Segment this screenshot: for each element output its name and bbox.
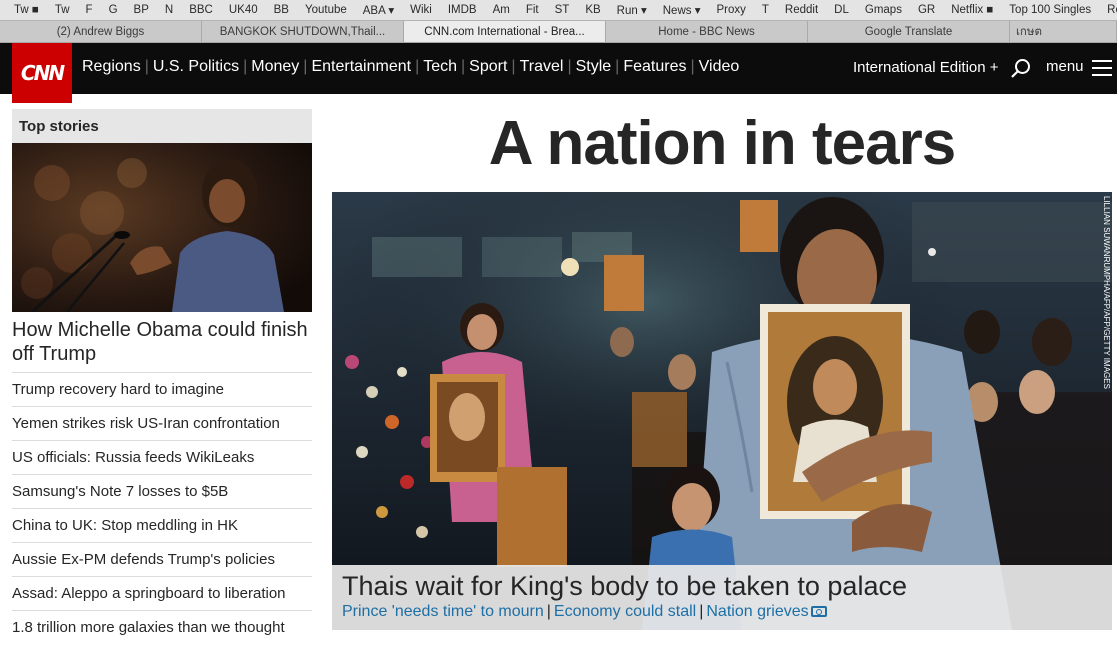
related-link-prince[interactable]: Prince 'needs time' to mourn — [342, 603, 544, 620]
link-separator: | — [546, 603, 551, 620]
nav-separator: | — [415, 58, 420, 75]
story-link[interactable]: China to UK: Stop meddling in HK — [12, 508, 312, 542]
nav-item-sport[interactable]: Sport — [469, 58, 507, 76]
bookmark-item[interactable]: Fit — [518, 4, 547, 16]
lead-story-headline[interactable]: How Michelle Obama could finish off Trum… — [12, 318, 312, 372]
bookmark-item[interactable]: Tw ■ — [0, 4, 47, 16]
browser-tab[interactable]: Home - BBC News — [606, 21, 808, 42]
bookmark-item[interactable]: Youtube — [297, 4, 355, 16]
camera-icon — [810, 606, 827, 617]
bookmark-item[interactable]: News ▾ — [655, 3, 709, 17]
photo-credit: LILLIAN SUWANRUMPHA/AFP/AFP/GETTY IMAGES — [1102, 196, 1111, 389]
bookmark-item[interactable]: Wiki — [402, 4, 440, 16]
main-nav: Regions | U.S. Politics | Money | Entertainmen… — [82, 58, 739, 76]
bookmark-item[interactable]: T — [754, 4, 777, 16]
related-link-nation[interactable]: Nation grieves — [706, 603, 827, 620]
story-link[interactable]: Yemen strikes risk US-Iran confrontation — [12, 406, 312, 440]
related-link-nation-label: Nation grieves — [706, 603, 809, 620]
nav-item-entertainment[interactable]: Entertainment — [311, 58, 411, 76]
related-link-economy[interactable]: Economy could stall — [554, 603, 696, 620]
bookmark-item[interactable]: BBC — [181, 4, 221, 16]
story-link[interactable]: Samsung's Note 7 losses to $5B — [12, 474, 312, 508]
bookmark-item[interactable]: Gmaps — [857, 4, 910, 16]
related-links: Prince 'needs time' to mourn | Economy cou… — [342, 603, 1102, 621]
bookmark-item[interactable]: N — [157, 4, 181, 16]
nav-separator: | — [303, 58, 308, 75]
hero-photo[interactable]: Thais wait for King's body to be taken t… — [332, 192, 1112, 630]
page-title[interactable]: A nation in tears — [332, 108, 1112, 179]
bookmark-item[interactable]: KB — [577, 4, 608, 16]
tab-strip: (2) Andrew Biggs BANGKOK SHUTDOWN,Thail..… — [0, 20, 1117, 43]
bookmark-item[interactable]: Am — [485, 4, 518, 16]
menu-label[interactable]: menu — [1046, 58, 1084, 75]
story-link[interactable]: Aussie Ex-PM defends Trump's policies — [12, 542, 312, 576]
nav-separator: | — [243, 58, 248, 75]
bookmark-item[interactable]: IMDB — [440, 4, 485, 16]
bookmark-item[interactable]: Top 100 Singles — [1001, 4, 1099, 16]
hamburger-icon[interactable] — [1092, 60, 1112, 76]
edition-selector[interactable]: International Edition + — [853, 59, 999, 76]
story-link[interactable]: Trump recovery hard to imagine — [12, 372, 312, 406]
story-link[interactable]: 1.8 trillion more galaxies than we thoug… — [12, 610, 312, 644]
story-link[interactable]: US officials: Russia feeds WikiLeaks — [12, 440, 312, 474]
bookmark-item[interactable]: BP — [126, 4, 157, 16]
nav-separator: | — [461, 58, 466, 75]
bookmark-item[interactable]: Netflix ■ — [943, 4, 1001, 16]
bookmark-item[interactable]: Proxy — [708, 4, 753, 16]
browser-tab[interactable]: เกษต — [1010, 21, 1117, 42]
bookmark-item[interactable]: ST — [547, 4, 578, 16]
nav-item-regions[interactable]: Regions — [82, 58, 141, 76]
bookmark-item[interactable]: ABA ▾ — [355, 3, 402, 17]
lead-story-photo[interactable] — [12, 143, 312, 312]
nav-separator: | — [511, 58, 516, 75]
site-header: CNN Regions | U.S. Politics | Money | Entertai… — [0, 43, 1117, 103]
nav-item-features[interactable]: Features — [623, 58, 686, 76]
story-link[interactable]: Assad: Aleppo a springboard to liberatio… — [12, 576, 312, 610]
bookmarks-bar: Tw ■ Tw F G BP N BBC UK40 BB Youtube ABA ▾ Wiki IMDB… — [0, 0, 1117, 20]
top-stories-column: Top stories How Michelle Obama could fin… — [12, 109, 312, 644]
hero-caption: Thais wait for King's body to be taken t… — [332, 565, 1112, 630]
section-title: Top stories — [12, 109, 312, 143]
bookmark-item[interactable]: Re — [1099, 4, 1117, 16]
nav-separator: | — [615, 58, 620, 75]
nav-item-money[interactable]: Money — [251, 58, 299, 76]
bookmark-item[interactable]: G — [101, 4, 126, 16]
nav-item-u-s-politics[interactable]: U.S. Politics — [153, 58, 239, 76]
bookmark-item[interactable]: DL — [826, 4, 857, 16]
nav-separator: | — [567, 58, 572, 75]
nav-item-tech[interactable]: Tech — [423, 58, 457, 76]
cnn-logo[interactable]: CNN — [12, 43, 72, 103]
bookmark-item[interactable]: UK40 — [221, 4, 266, 16]
bookmark-item[interactable]: Run ▾ — [609, 3, 655, 17]
bookmark-item[interactable]: F — [78, 4, 101, 16]
bookmark-item[interactable]: BB — [266, 4, 297, 16]
search-icon[interactable] — [1010, 58, 1032, 80]
browser-tab[interactable]: BANGKOK SHUTDOWN,Thail... — [202, 21, 404, 42]
hero-headline[interactable]: Thais wait for King's body to be taken t… — [342, 571, 1102, 602]
nav-item-style[interactable]: Style — [576, 58, 612, 76]
bookmark-item[interactable]: Reddit — [777, 4, 826, 16]
nav-item-video[interactable]: Video — [699, 58, 740, 76]
link-separator: | — [699, 603, 704, 620]
bookmark-item[interactable]: Tw — [47, 4, 78, 16]
browser-tab[interactable]: Google Translate — [808, 21, 1010, 42]
nav-separator: | — [144, 58, 149, 75]
nav-separator: | — [690, 58, 695, 75]
nav-item-travel[interactable]: Travel — [520, 58, 564, 76]
browser-tab[interactable]: CNN.com International - Brea... — [404, 21, 606, 42]
bookmark-item[interactable]: GR — [910, 4, 943, 16]
story-list: Trump recovery hard to imagine Yemen stri… — [12, 372, 312, 644]
browser-tab[interactable]: (2) Andrew Biggs — [0, 21, 202, 42]
